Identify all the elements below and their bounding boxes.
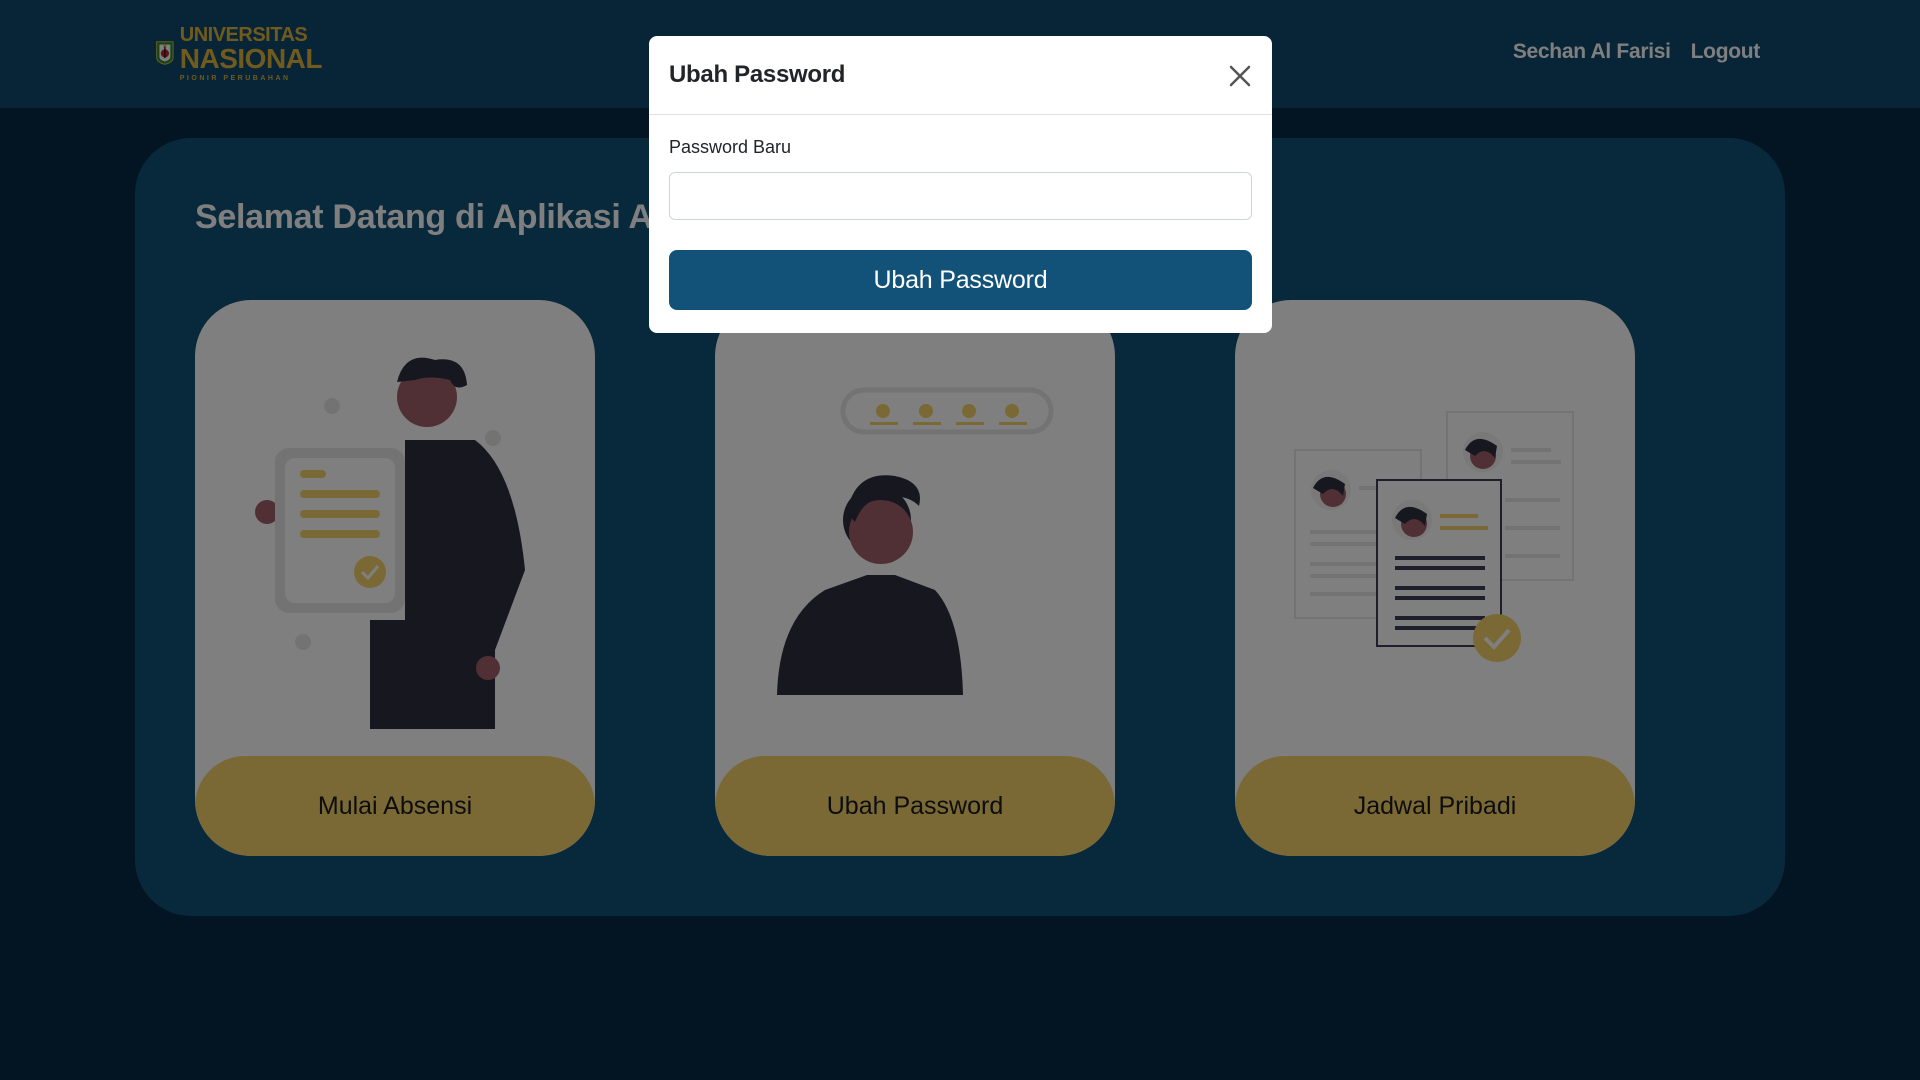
password-baru-input[interactable] [669,172,1252,220]
ubah-password-modal: Ubah Password Password Baru Ubah Passwor… [649,36,1272,333]
modal-body: Password Baru Ubah Password [649,115,1272,310]
modal-title: Ubah Password [669,61,846,88]
ubah-password-submit-button[interactable]: Ubah Password [669,250,1252,310]
password-baru-label: Password Baru [669,137,792,157]
close-icon[interactable] [1226,62,1254,90]
modal-header: Ubah Password [649,36,1272,115]
